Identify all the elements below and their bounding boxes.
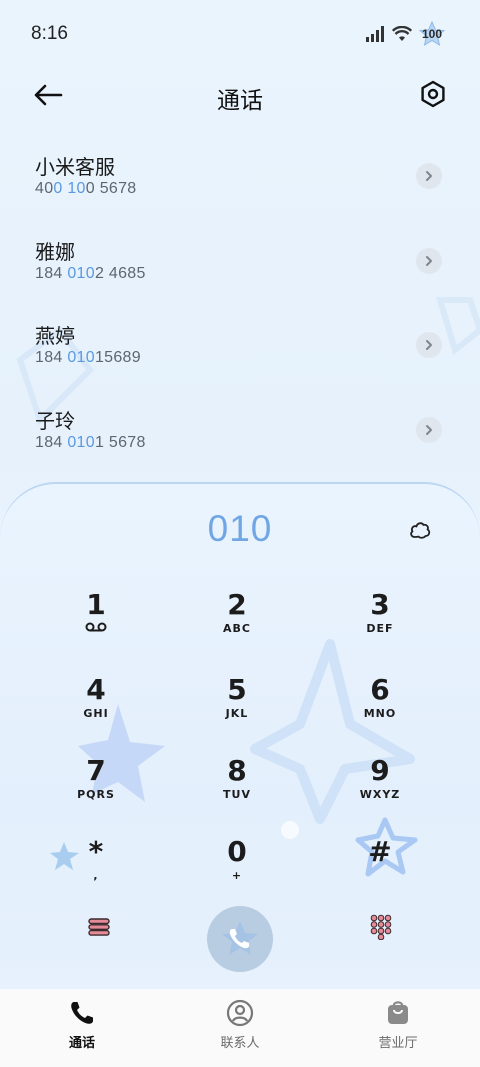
page-title: 通话 — [217, 87, 263, 113]
key-letters: ABC — [223, 622, 251, 635]
dial-key-star[interactable]: * , — [36, 837, 156, 907]
dial-key-6[interactable]: 6 MNO — [320, 675, 440, 745]
contact-name: 子玲 — [35, 411, 75, 434]
battery-icon: 100 — [418, 20, 446, 48]
dial-key-hash[interactable]: # — [320, 837, 440, 907]
key-letters: WXYZ — [359, 788, 401, 801]
key-digit: 1 — [86, 588, 106, 621]
key-digit: 0 — [227, 835, 247, 868]
dial-key-3[interactable]: 3 DEF — [320, 590, 440, 660]
contact-list: 小米客服 400 100 5678 雅娜 184 0102 4685 燕婷 18… — [0, 133, 480, 472]
keypad-toggle-button[interactable] — [366, 912, 396, 942]
key-letters: + — [231, 869, 243, 882]
key-digit: 5 — [227, 673, 247, 706]
keypad-grid-icon — [370, 914, 392, 940]
key-letters: MNO — [363, 707, 397, 720]
key-digit: # — [368, 835, 392, 868]
contact-number: 184 01015689 — [35, 349, 141, 367]
contact-number: 400 100 5678 — [35, 180, 137, 197]
bag-icon — [388, 1001, 408, 1024]
key-letters: GHI — [83, 707, 109, 720]
contact-name: 小米客服 — [35, 157, 115, 179]
nav-label: 联系人 — [220, 1035, 260, 1050]
key-digit: 8 — [227, 754, 247, 787]
hexagon-settings-icon — [421, 80, 445, 108]
dial-key-4[interactable]: 4 GHI — [36, 675, 156, 745]
key-digit: 3 — [370, 588, 390, 621]
chevron-right-icon[interactable] — [416, 417, 442, 444]
chevron-right-icon[interactable] — [416, 163, 442, 189]
key-letters: JKL — [225, 707, 249, 720]
menu-icon — [88, 918, 110, 936]
key-letters: DEF — [366, 622, 394, 635]
dial-key-2[interactable]: 2 ABC — [177, 590, 297, 660]
header: 通话 — [0, 72, 480, 118]
contact-number: 184 0102 4685 — [35, 264, 146, 282]
dial-key-0[interactable]: 0 + — [177, 837, 297, 907]
menu-button[interactable] — [84, 912, 114, 942]
key-digit: 6 — [370, 673, 390, 706]
dial-key-7[interactable]: 7 PQRS — [36, 756, 156, 826]
dial-key-8[interactable]: 8 TUV — [177, 756, 297, 826]
call-button[interactable] — [207, 906, 273, 972]
status-time: 8:16 — [31, 23, 68, 44]
contact-row[interactable]: 小米客服 400 100 5678 — [0, 133, 480, 218]
contact-name: 雅娜 — [35, 241, 75, 264]
nav-label: 通话 — [68, 1035, 95, 1050]
contact-row[interactable]: 燕婷 184 01015689 — [0, 302, 480, 387]
contact-number: 184 0101 5678 — [35, 434, 146, 452]
nav-tab-calls[interactable]: 通话 — [32, 999, 132, 1051]
phone-call-icon — [222, 921, 258, 955]
status-bar: 8:16 100 — [0, 0, 480, 66]
key-digit: 4 — [86, 673, 106, 706]
key-digit: 2 — [227, 588, 247, 621]
chevron-right-icon[interactable] — [416, 332, 442, 359]
key-letters: PQRS — [77, 788, 115, 801]
key-digit: * — [88, 835, 104, 868]
cloud-icon[interactable] — [408, 518, 432, 542]
person-icon — [226, 999, 254, 1027]
nav-tab-store[interactable]: 营业厅 — [348, 999, 448, 1051]
signal-icon — [366, 26, 384, 42]
key-letters: TUV — [223, 788, 251, 801]
dialpad-panel: 010 1 2 ABC 3 DEF 4 GHI 5 JKL 6 MNO 7 PQ… — [0, 482, 480, 1002]
voicemail-icon — [85, 622, 107, 632]
status-icons: 100 — [366, 20, 446, 48]
dial-key-9[interactable]: 9 WXYZ — [320, 756, 440, 826]
key-letters: , — [93, 869, 99, 882]
contact-name: 燕婷 — [35, 326, 75, 349]
nav-label: 营业厅 — [378, 1035, 418, 1050]
wifi-icon — [392, 26, 412, 41]
key-digit: 9 — [370, 754, 390, 787]
contact-row[interactable]: 雅娜 184 0102 4685 — [0, 218, 480, 303]
settings-button[interactable] — [416, 77, 450, 111]
nav-tab-contacts[interactable]: 联系人 — [190, 999, 290, 1051]
contact-row[interactable]: 子玲 184 0101 5678 — [0, 387, 480, 472]
dial-key-1[interactable]: 1 — [36, 590, 156, 660]
dial-key-5[interactable]: 5 JKL — [177, 675, 297, 745]
chevron-right-icon[interactable] — [416, 247, 442, 274]
key-digit: 7 — [86, 754, 106, 787]
phone-icon — [71, 1002, 93, 1024]
battery-level: 100 — [421, 27, 443, 41]
bottom-nav: 通话 联系人 营业厅 — [0, 989, 480, 1067]
